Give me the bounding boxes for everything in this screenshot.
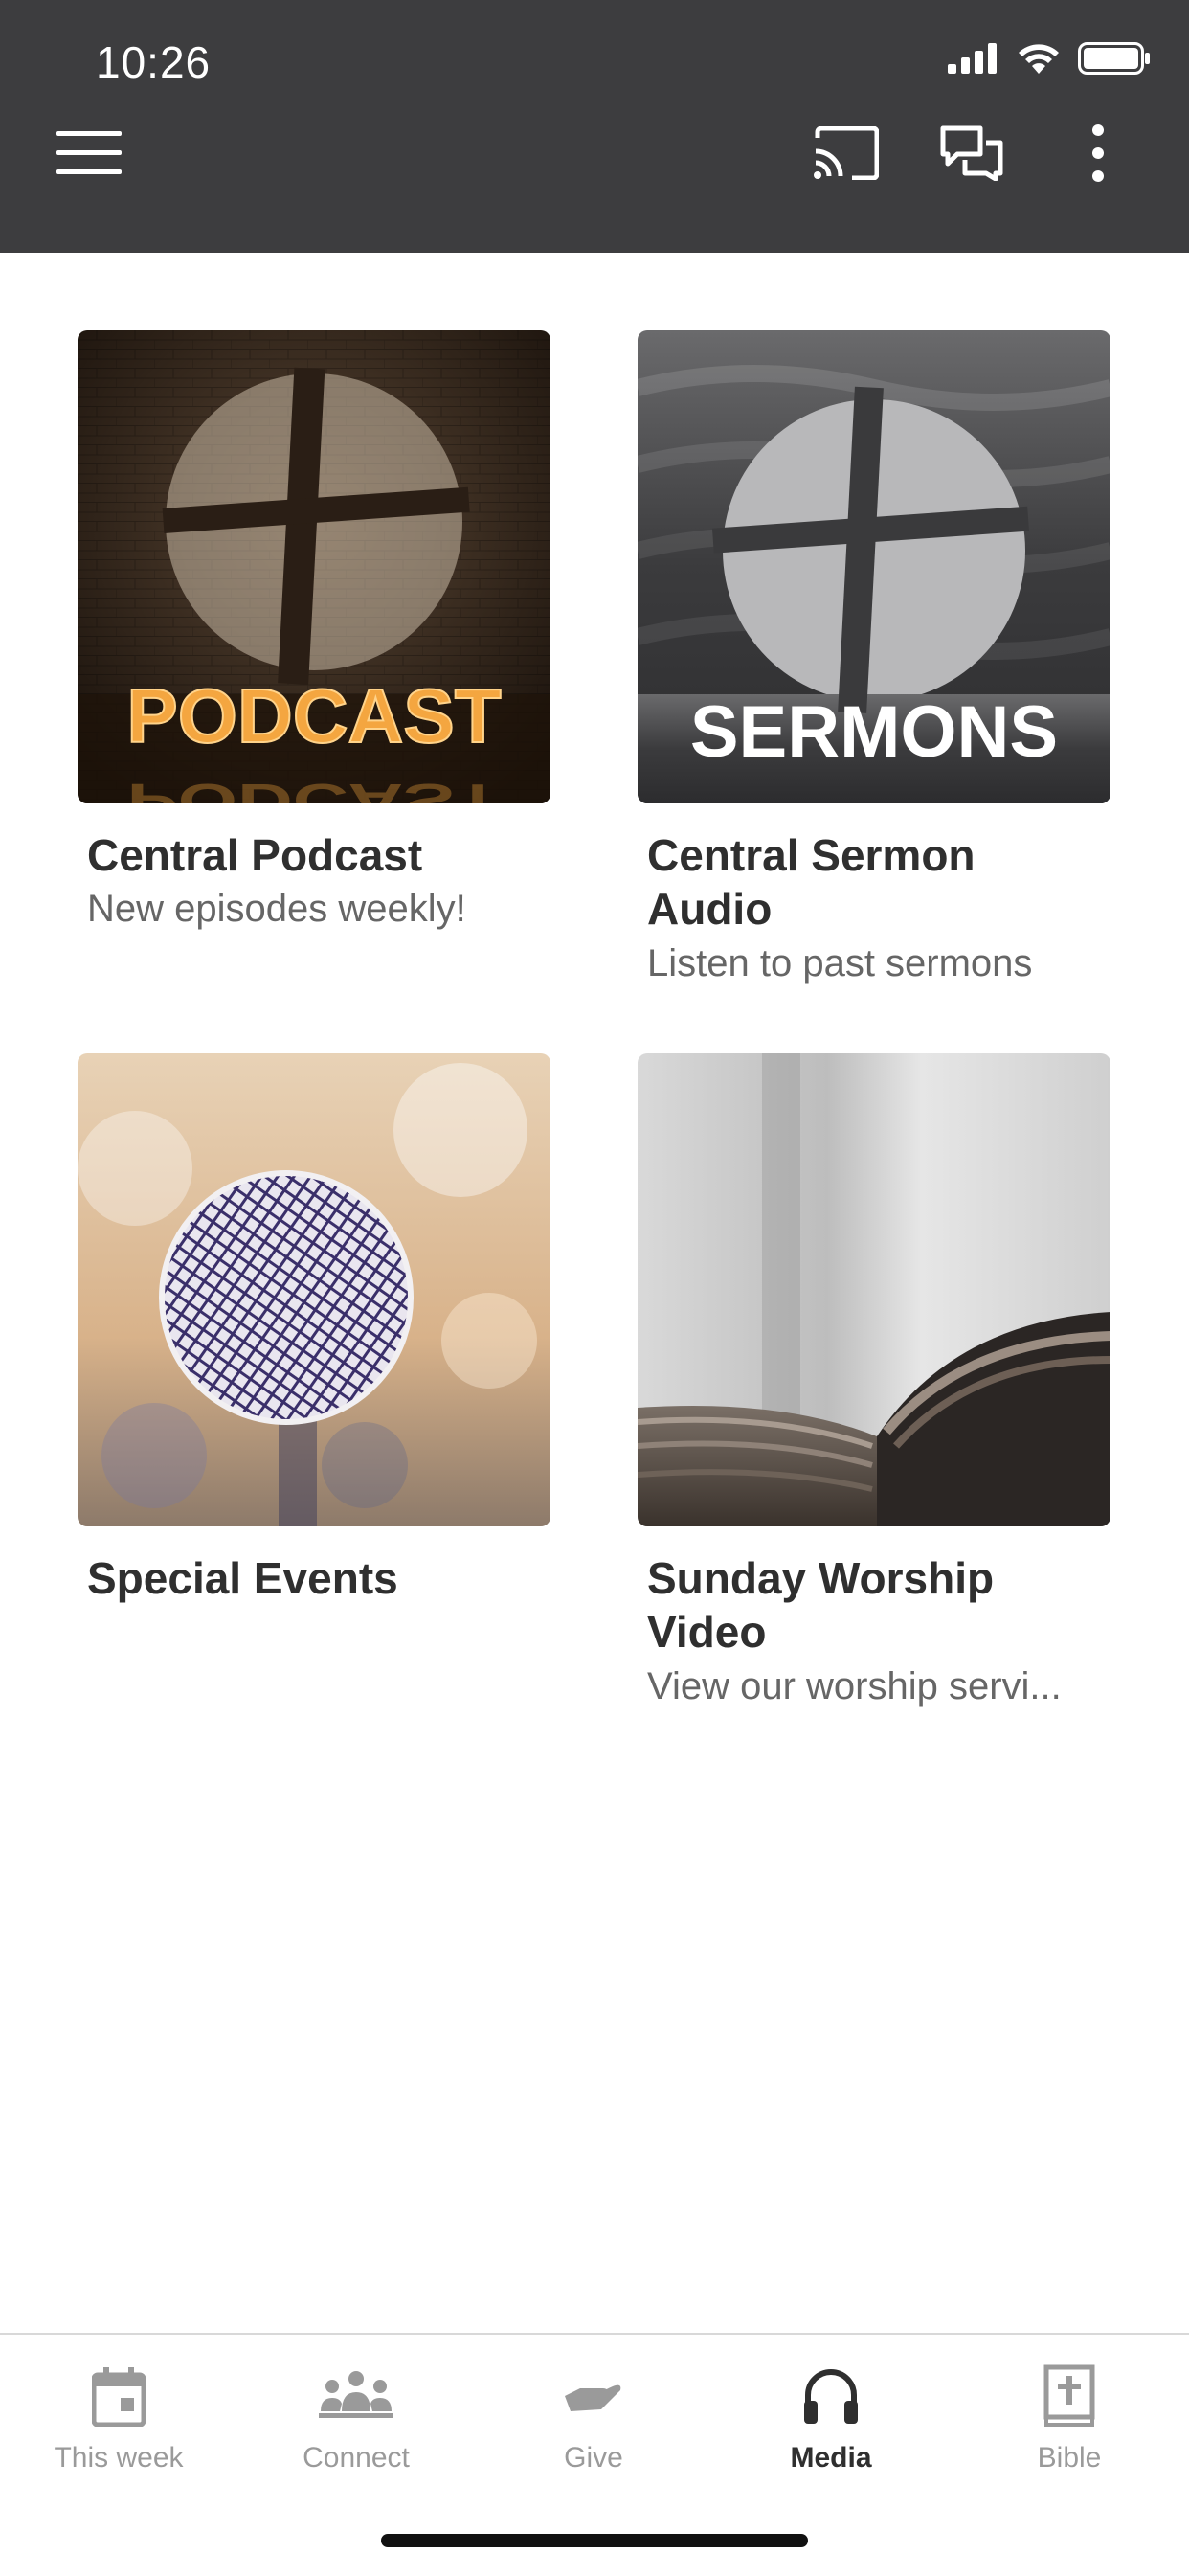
chat-icon — [940, 125, 1003, 181]
cast-button[interactable] — [802, 120, 888, 187]
tab-connect[interactable]: Connect — [237, 2335, 475, 2488]
tab-media[interactable]: Media — [712, 2335, 950, 2488]
wifi-icon — [1019, 44, 1059, 74]
podcast-image-text: PODCAST — [126, 673, 501, 758]
sermons-thumbnail: SERMONS — [638, 330, 1110, 803]
app-header: 10:26 — [0, 0, 1189, 253]
podcast-image-reflection: PODCAST — [126, 775, 501, 803]
tab-give[interactable]: Give — [475, 2335, 712, 2488]
sermons-image-text: SERMONS — [690, 691, 1058, 773]
card-title: Central Podcast — [87, 830, 423, 880]
tab-this-week[interactable]: This week — [0, 2335, 237, 2488]
card-subtitle: View our worship servi... — [647, 1665, 1062, 1707]
card-subtitle: New episodes weekly! — [87, 888, 466, 930]
more-vertical-icon — [1092, 124, 1104, 182]
tab-label: Give — [564, 2442, 623, 2474]
signal-icon — [948, 43, 997, 74]
tab-label: Media — [790, 2442, 872, 2474]
chat-button[interactable] — [929, 120, 1015, 187]
card-title: Central Sermon Audio — [647, 830, 976, 934]
status-time: 10:26 — [96, 37, 212, 87]
card-title: Sunday Worship Video — [647, 1553, 995, 1657]
tab-bible[interactable]: Bible — [950, 2335, 1189, 2488]
podcast-thumbnail: PODCAST PODCAST — [78, 330, 550, 803]
headphones-icon — [804, 2369, 858, 2424]
hamburger-icon — [56, 131, 122, 174]
bible-icon — [1043, 2364, 1095, 2427]
cast-icon — [814, 126, 879, 180]
more-options-button[interactable] — [1055, 120, 1141, 187]
people-icon — [319, 2371, 393, 2418]
bible-thumbnail — [638, 1053, 1110, 1526]
give-hand-icon — [565, 2384, 621, 2411]
microphone-thumbnail — [78, 1053, 550, 1526]
battery-icon — [1078, 42, 1150, 75]
calendar-icon — [92, 2367, 146, 2427]
home-indicator[interactable] — [381, 2534, 808, 2547]
card-title: Special Events — [87, 1553, 398, 1603]
menu-button[interactable] — [46, 120, 132, 187]
tab-label: Bible — [1037, 2442, 1102, 2474]
tab-label: Connect — [303, 2442, 410, 2474]
tab-label: This week — [54, 2442, 184, 2474]
status-icons — [948, 42, 1151, 75]
card-subtitle: Listen to past sermons — [647, 942, 1033, 984]
